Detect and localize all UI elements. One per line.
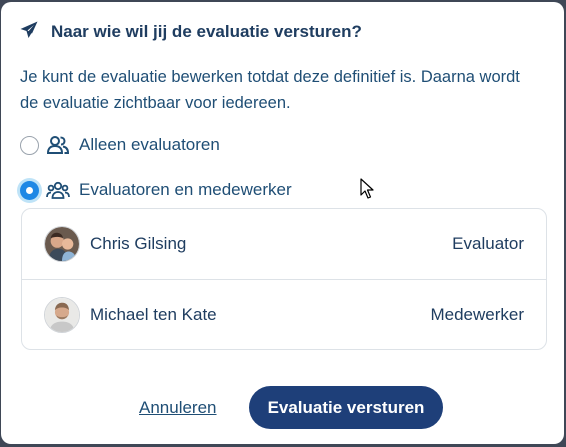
option-alleen-evaluatoren[interactable]: Alleen evaluatoren	[20, 133, 220, 157]
option-evaluatoren-en-medewerker[interactable]: Evaluatoren en medewerker	[20, 178, 292, 202]
avatar	[44, 296, 80, 333]
paper-plane-icon	[19, 20, 39, 45]
option-label: Evaluatoren en medewerker	[79, 180, 292, 199]
cancel-link[interactable]: Annuleren	[139, 398, 217, 418]
user-group-icon	[46, 135, 70, 155]
avatar	[44, 226, 80, 262]
dialog-description: Je kunt de evaluatie bewerken totdat dez…	[20, 68, 520, 112]
recipient-row: Michael ten Kate Medewerker	[22, 279, 546, 349]
recipient-list: Chris Gilsing Evaluator Michael ten Kate…	[21, 208, 547, 350]
recipient-role: Evaluator	[452, 234, 524, 253]
radio-checked[interactable]	[20, 180, 39, 200]
option-label: Alleen evaluatoren	[79, 135, 220, 154]
dialog-header: Naar wie wil jij de evaluatie versturen?	[19, 21, 362, 43]
recipient-row: Chris Gilsing Evaluator	[22, 209, 546, 279]
radio-unchecked[interactable]	[20, 135, 39, 155]
send-evaluation-button[interactable]: Evaluatie versturen	[249, 386, 443, 429]
recipient-role: Medewerker	[430, 304, 524, 324]
users-icon	[46, 180, 70, 200]
dialog-title: Naar wie wil jij de evaluatie versturen?	[51, 22, 362, 41]
send-evaluation-dialog: Naar wie wil jij de evaluatie versturen?…	[1, 2, 564, 444]
recipient-name: Chris Gilsing	[90, 234, 187, 253]
recipient-name: Michael ten Kate	[90, 304, 217, 324]
mouse-pointer-icon	[360, 178, 374, 199]
